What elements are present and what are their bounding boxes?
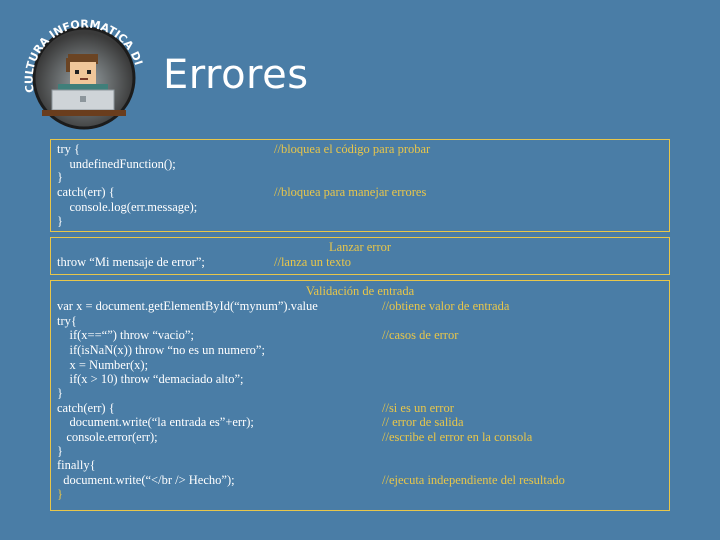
code-line: document.write(“</br /> Hecho”); <box>57 473 235 487</box>
code-line: if(x==“”) throw “vacio”; <box>57 328 194 342</box>
code-line: undefinedFunction(); <box>57 157 176 171</box>
code-comment: // error de salida <box>382 415 464 429</box>
code-comment: //casos de error <box>382 328 459 342</box>
code-line: if(isNaN(x)) throw “no es un numero”; <box>57 343 265 357</box>
code-comment: //ejecuta independiente del resultado <box>382 473 565 487</box>
code-line: x = Number(x); <box>57 358 149 372</box>
code-line: catch(err) { <box>57 401 115 415</box>
code-line: throw “Mi mensaje de error”; <box>57 255 205 269</box>
code-line: } <box>57 444 63 458</box>
throw-box: Lanzar error throw “Mi mensaje de error”… <box>50 237 670 275</box>
code-comment: //si es un error <box>382 401 454 415</box>
code-line: console.log(err.message); <box>57 200 198 214</box>
code-line: } <box>57 487 63 501</box>
code-line: } <box>57 170 63 184</box>
input-validation-box: Validación de entrada var x = document.g… <box>50 280 670 511</box>
code-comment: //obtiene valor de entrada <box>382 299 510 313</box>
code-comment: //escribe el error en la consola <box>382 430 533 444</box>
code-line: try { <box>57 142 81 156</box>
try-catch-box: try { undefinedFunction(); } catch(err) … <box>50 139 670 232</box>
code-line: var x = document.getElementById(“mynum”)… <box>57 299 318 313</box>
page-title: Errores <box>163 52 309 98</box>
code-comment: //lanza un texto <box>274 255 352 269</box>
code-comment: //bloquea el código para probar <box>274 142 431 156</box>
code-line: finally{ <box>57 458 96 472</box>
logo: CULTURA INFORMATICA DIGITAL <box>13 0 150 142</box>
code-line: if(x > 10) throw “demaciado alto”; <box>57 372 244 386</box>
code-comment: //bloquea para manejar errores <box>274 185 427 199</box>
code-line: } <box>57 214 63 228</box>
code-line: } <box>57 386 63 400</box>
section-heading: Validación de entrada <box>305 284 415 298</box>
code-line: catch(err) { <box>57 185 115 199</box>
code-line: console.error(err); <box>57 430 158 444</box>
code-line: document.write(“la entrada es”+err); <box>57 415 254 429</box>
code-line: try{ <box>57 314 77 328</box>
section-heading: Lanzar error <box>328 240 392 254</box>
